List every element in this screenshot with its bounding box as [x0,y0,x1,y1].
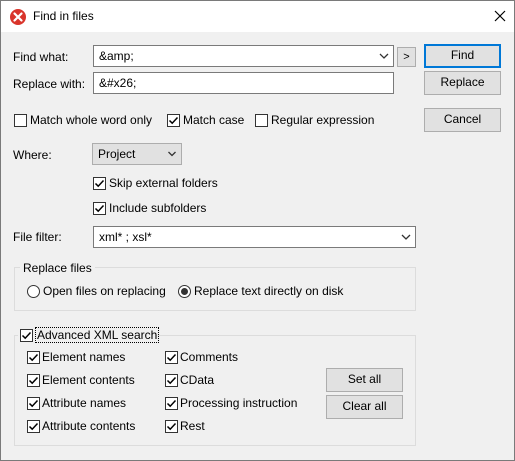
match-whole-word-label: Match whole word only [30,113,153,127]
regex-checkbox[interactable] [255,114,268,127]
find-what-label: Find what: [13,50,69,64]
replace-with-input[interactable]: &#x26; [93,72,394,94]
processing-instruction-label: Processing instruction [180,396,298,410]
chevron-down-icon[interactable] [378,51,390,61]
checkmark-icon [166,376,177,385]
title-bar: Find in files [1,1,514,32]
chevron-down-icon [168,151,176,157]
checkmark-icon [21,331,32,340]
file-filter-label: File filter: [13,230,62,244]
element-contents-checkbox[interactable] [27,374,40,387]
radio-selected-dot [181,288,188,295]
replace-with-label: Replace with: [13,77,86,91]
replace-files-title: Replace files [20,261,95,275]
comments-label: Comments [180,350,239,364]
open-files-on-replacing-radio[interactable] [27,285,40,298]
replace-button[interactable]: Replace [424,71,501,95]
file-filter-input[interactable]: xml* ; xsl* [93,226,416,248]
match-case-checkbox[interactable] [167,114,180,127]
element-names-label: Element names [42,350,126,364]
match-case-label: Match case [183,113,245,127]
where-selected-value: Project [98,147,136,161]
find-button[interactable]: Find [424,44,501,68]
checkmark-icon [94,204,105,213]
replace-directly-radio[interactable] [178,285,191,298]
cdata-label: CData [180,373,215,387]
advanced-xml-search-checkbox[interactable] [20,329,33,342]
element-names-checkbox[interactable] [27,351,40,364]
attribute-names-label: Attribute names [42,396,127,410]
cancel-button[interactable]: Cancel [424,108,501,132]
expand-find-button[interactable]: > [397,47,416,67]
replace-directly-label: Replace text directly on disk [194,284,344,298]
attribute-contents-label: Attribute contents [42,419,136,433]
find-what-value: &amp; [99,49,134,63]
skip-external-folders-checkbox[interactable] [93,177,106,190]
replace-with-value: &#x26; [99,76,137,90]
find-in-files-dialog: Find in files Find what: &amp; > Replace… [0,0,515,461]
close-icon[interactable] [489,5,511,27]
cdata-checkbox[interactable] [165,374,178,387]
checkmark-icon [166,353,177,362]
processing-instruction-checkbox[interactable] [165,397,178,410]
rest-checkbox[interactable] [165,420,178,433]
set-all-button[interactable]: Set all [326,368,403,392]
include-subfolders-checkbox[interactable] [93,202,106,215]
where-label: Where: [13,148,52,162]
window-title: Find in files [33,9,94,23]
attribute-names-checkbox[interactable] [27,397,40,410]
include-subfolders-label: Include subfolders [109,201,207,215]
element-contents-label: Element contents [42,373,135,387]
find-what-input[interactable]: &amp; [93,45,394,67]
checkmark-icon [168,116,179,125]
file-filter-value: xml* ; xsl* [99,230,152,244]
advanced-xml-search-label: Advanced XML search [35,327,160,343]
checkmark-icon [28,353,39,362]
attribute-contents-checkbox[interactable] [27,420,40,433]
checkmark-icon [28,376,39,385]
checkmark-icon [94,179,105,188]
checkmark-icon [28,422,39,431]
skip-external-folders-label: Skip external folders [109,176,218,190]
where-select[interactable]: Project [92,143,182,165]
checkmark-icon [166,399,177,408]
rest-label: Rest [180,419,205,433]
app-logo-icon [10,9,26,25]
open-files-on-replacing-label: Open files on replacing [43,284,166,298]
clear-all-button[interactable]: Clear all [326,395,403,419]
match-whole-word-checkbox[interactable] [14,114,27,127]
comments-checkbox[interactable] [165,351,178,364]
checkmark-icon [28,399,39,408]
regex-label: Regular expression [271,113,375,127]
chevron-down-icon[interactable] [400,232,412,242]
checkmark-icon [166,422,177,431]
